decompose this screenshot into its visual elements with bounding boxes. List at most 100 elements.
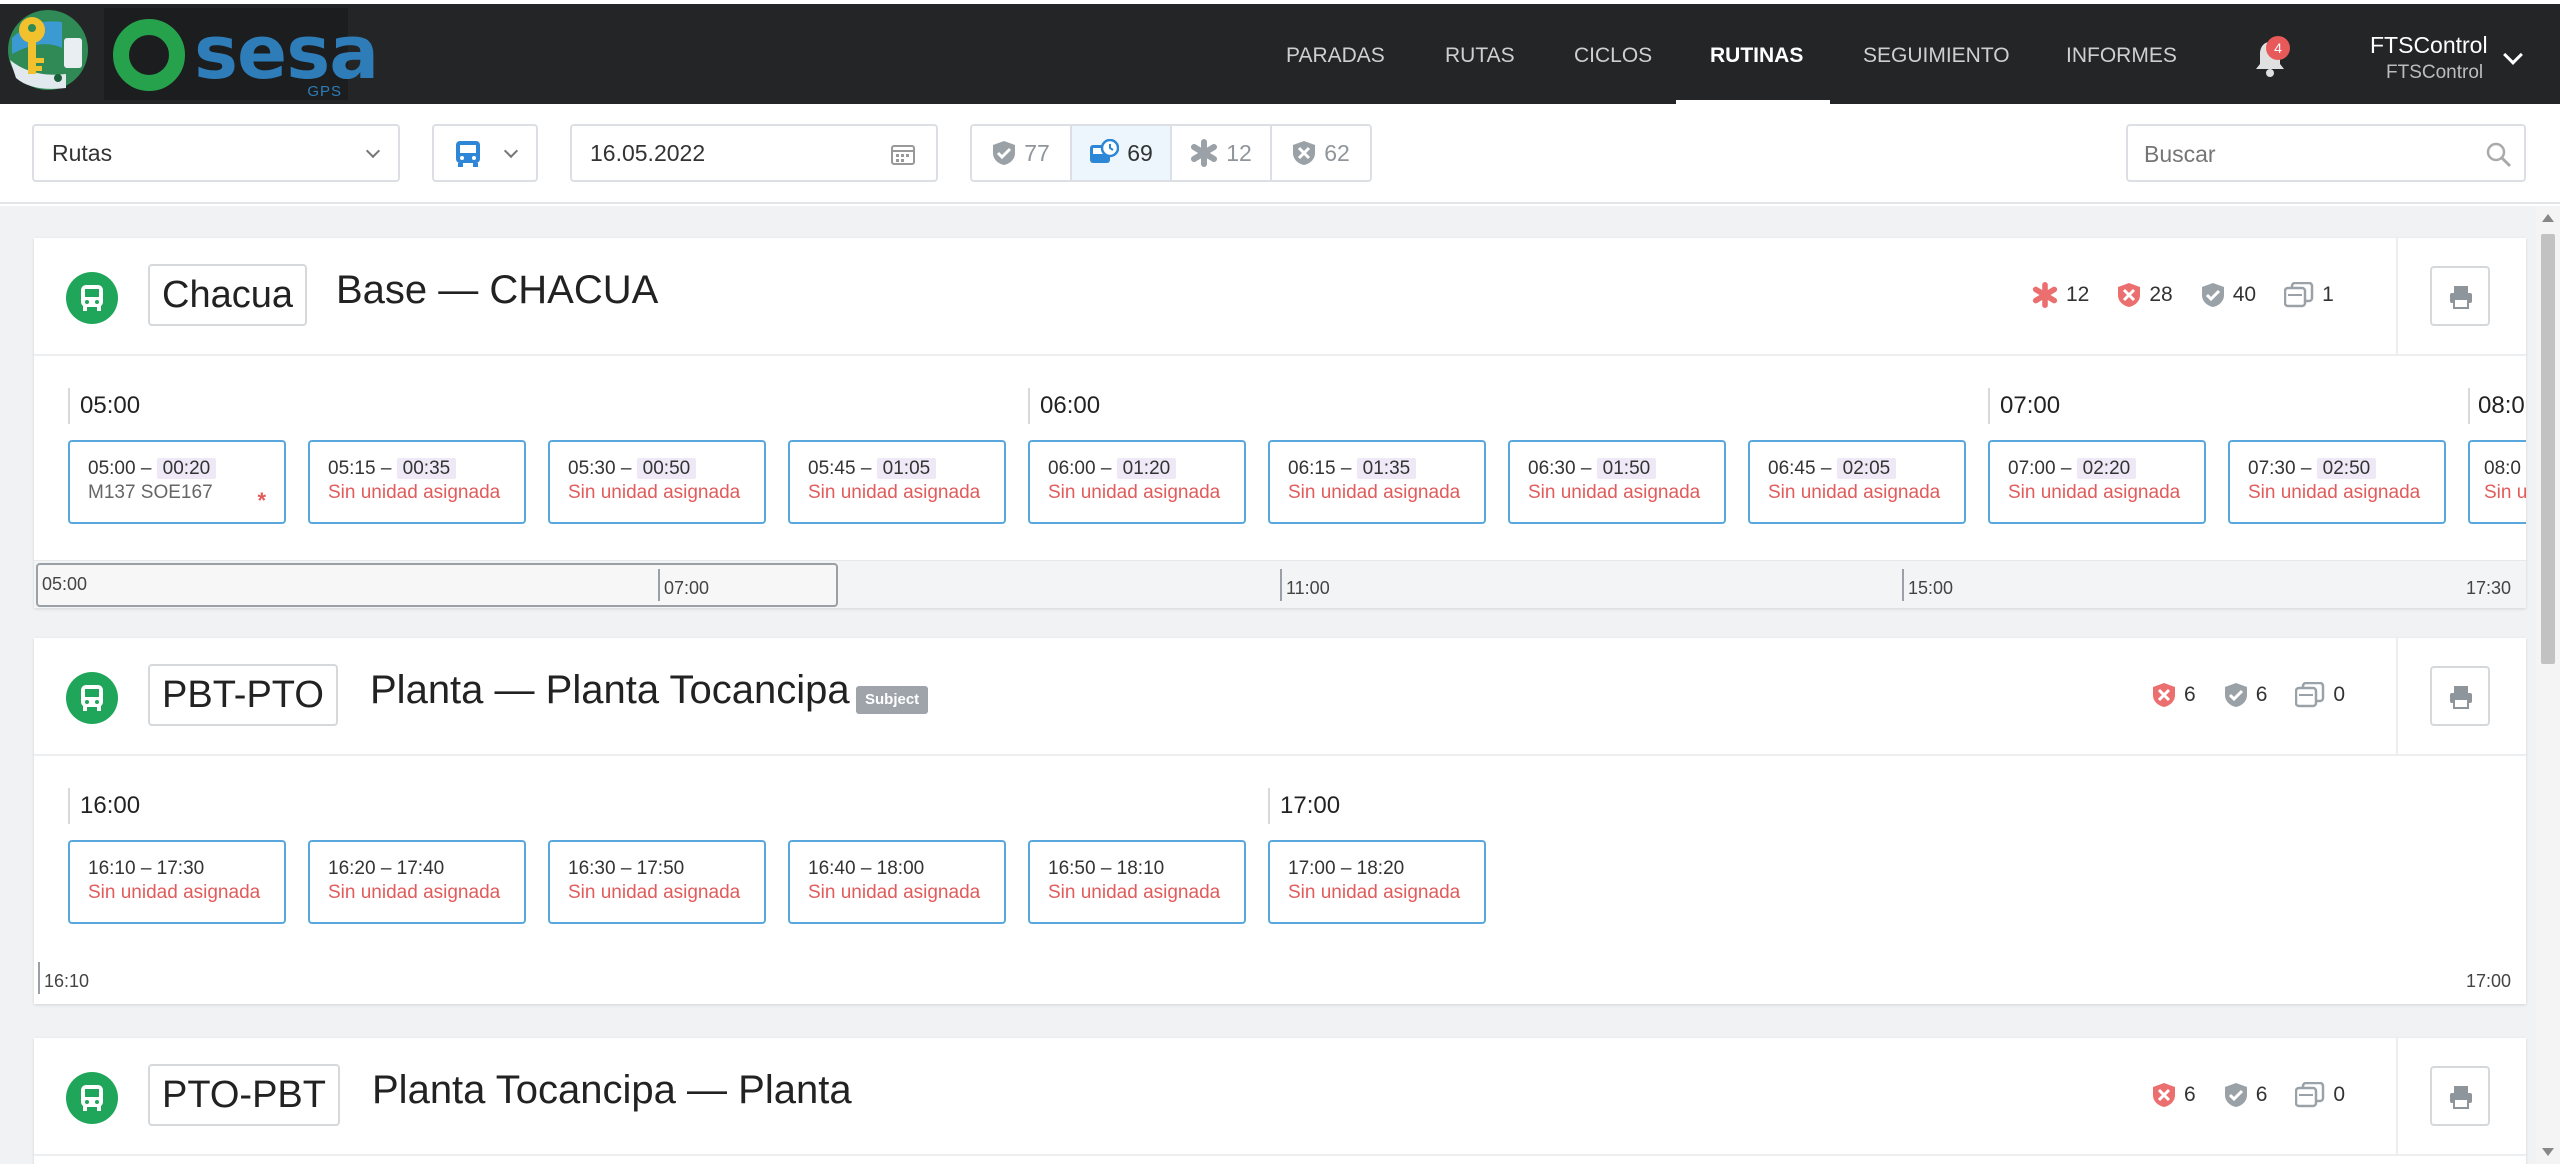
- route-stats: 6 6 0: [2124, 1082, 2345, 1108]
- print-button[interactable]: [2430, 666, 2490, 726]
- stat-cancelled: 28: [2117, 282, 2173, 308]
- trip-card[interactable]: 16:20 – 17:40 Sin unidad asignada: [308, 840, 526, 924]
- filter-completed[interactable]: 77: [972, 126, 1072, 180]
- scroll-down-arrow-icon[interactable]: [2542, 1148, 2554, 1156]
- shield-x-icon: [2153, 683, 2175, 707]
- buses-icon: [2295, 682, 2325, 708]
- trip-card[interactable]: 06:30 – 01:50 Sin unidad asignada: [1508, 440, 1726, 524]
- stat-value: 40: [2232, 283, 2257, 306]
- trip-unit: Sin unidad asignada: [568, 482, 741, 503]
- route-card: PBT-PTO Planta — Planta Tocancipa Subjec…: [34, 638, 2526, 1004]
- header-divider: [2396, 1038, 2398, 1156]
- user-name[interactable]: FTSControl: [2370, 32, 2488, 59]
- nav-rutinas[interactable]: RUTINAS: [1676, 4, 1830, 104]
- sesa-logo[interactable]: sesa GPS: [104, 8, 379, 100]
- trip-start: 07:30: [2248, 458, 2296, 479]
- trip-start: 06:00: [1048, 458, 1096, 479]
- trip-card[interactable]: 17:00 – 18:20 Sin unidad asignada: [1268, 840, 1486, 924]
- trip-card[interactable]: 05:15 – 00:35 Sin unidad asignada: [308, 440, 526, 524]
- stat-value: 1: [2322, 283, 2334, 306]
- print-button[interactable]: [2430, 1066, 2490, 1126]
- trip-card[interactable]: 06:45 – 02:05 Sin unidad asignada: [1748, 440, 1966, 524]
- hour-marker: 06:00: [1028, 388, 1100, 424]
- trip-card-partial[interactable]: 08:0 Sin u: [2468, 440, 2526, 524]
- page-scrollbar[interactable]: [2536, 206, 2560, 1164]
- timeline-tick: 17:30: [2466, 578, 2512, 598]
- trip-card[interactable]: 07:30 – 02:50 Sin unidad asignada: [2228, 440, 2446, 524]
- nav-seguimiento[interactable]: SEGUIMIENTO: [1863, 4, 2010, 104]
- nav-paradas[interactable]: PARADAS: [1286, 4, 1385, 104]
- route-stats: 6 6 0: [2124, 682, 2345, 708]
- nav-ciclos[interactable]: CICLOS: [1574, 4, 1652, 104]
- printer-icon: [2450, 1086, 2472, 1109]
- trip-card[interactable]: 07:00 – 02:20 Sin unidad asignada: [1988, 440, 2206, 524]
- logo-gps-text: GPS: [307, 83, 342, 100]
- user-menu-chevron-icon[interactable]: [2503, 45, 2523, 65]
- nav-informes[interactable]: INFORMES: [2066, 4, 2177, 104]
- hour-marker: 05:00: [68, 388, 140, 424]
- trip-card[interactable]: 16:30 – 17:50 Sin unidad asignada: [548, 840, 766, 924]
- timeline-scrubber[interactable]: 05:00 07:00 11:00 15:00 17:30: [34, 560, 2526, 608]
- search-icon[interactable]: [2486, 142, 2512, 168]
- trip-time: 16:30 – 17:50: [568, 858, 685, 879]
- trip-card[interactable]: 06:00 – 01:20 Sin unidad asignada: [1028, 440, 1246, 524]
- bus-clock-icon: [1090, 139, 1120, 163]
- trip-end: 01:50: [1596, 458, 1657, 479]
- filter-in-progress[interactable]: 69: [1072, 126, 1172, 180]
- hour-marker: 08:0: [2468, 388, 2526, 424]
- bus-icon: [456, 141, 480, 167]
- logo-text: sesa: [194, 10, 379, 96]
- trip-card[interactable]: 06:15 – 01:35 Sin unidad asignada: [1268, 440, 1486, 524]
- date-picker[interactable]: 16.05.2022: [570, 124, 938, 182]
- scrollbar-thumb[interactable]: [2541, 234, 2555, 664]
- sesa-logo-ring-icon: [113, 19, 185, 91]
- trip-end: 02:50: [2316, 458, 2377, 479]
- trip-card[interactable]: 16:40 – 18:00 Sin unidad asignada: [788, 840, 1006, 924]
- trip-end: 02:05: [1836, 458, 1897, 479]
- trip-start: 06:45: [1768, 458, 1816, 479]
- trip-card[interactable]: 16:50 – 18:10 Sin unidad asignada: [1028, 840, 1246, 924]
- trip-time: 05:00 – 00:20: [88, 458, 284, 480]
- trip-end: 00:20: [156, 458, 217, 479]
- scroll-up-arrow-icon[interactable]: [2542, 214, 2554, 222]
- routes-list: Chacua Base — CHACUA 12 28 40 1 05:00 06…: [0, 206, 2536, 1164]
- stat-value: 12: [2066, 283, 2090, 306]
- nav-rutas[interactable]: RUTAS: [1445, 4, 1515, 104]
- trip-start: 07:00: [2008, 458, 2056, 479]
- trip-time: 06:30 – 01:50: [1528, 458, 1724, 480]
- trip-card[interactable]: 05:45 – 01:05 Sin unidad asignada: [788, 440, 1006, 524]
- trip-unit: Sin unidad asignada: [2008, 482, 2181, 503]
- header-divider: [2396, 238, 2398, 356]
- timeline-window-handle[interactable]: [36, 563, 838, 607]
- timeline-tick: 05:00: [42, 574, 88, 594]
- timeline-tick: 16:10: [38, 962, 89, 994]
- shield-x-icon: [2118, 283, 2141, 307]
- trip-time: 16:40 – 18:00: [808, 858, 925, 879]
- trip-end: 02:20: [2076, 458, 2137, 479]
- route-card-header: PBT-PTO Planta — Planta Tocancipa Subjec…: [34, 638, 2526, 756]
- trip-card[interactable]: 05:00 – 00:20 M137 SOE167 *: [68, 440, 286, 524]
- vehicle-type-select[interactable]: [432, 124, 538, 182]
- trip-time: 08:0: [2484, 458, 2521, 479]
- filter-count: 77: [1024, 139, 1050, 166]
- timeline-tick: 15:00: [1902, 569, 1953, 601]
- print-button[interactable]: [2430, 266, 2490, 326]
- stat-cancelled: 6: [2152, 1082, 2196, 1108]
- filter-cancelled[interactable]: 62: [1272, 126, 1370, 180]
- shield-x-icon: [2153, 1083, 2175, 1107]
- trip-end: 01:35: [1356, 458, 1417, 479]
- trip-time: 05:45 – 01:05: [808, 458, 1004, 480]
- trip-card[interactable]: 05:30 – 00:50 Sin unidad asignada: [548, 440, 766, 524]
- route-name: Planta — Planta Tocancipa: [370, 668, 850, 712]
- stat-cancelled: 6: [2152, 682, 2196, 708]
- trip-card[interactable]: 16:10 – 17:30 Sin unidad asignada: [68, 840, 286, 924]
- view-select[interactable]: Rutas: [32, 124, 400, 182]
- search-box[interactable]: [2126, 124, 2526, 182]
- search-input[interactable]: [2144, 140, 2464, 168]
- hour-marker: 07:00: [1988, 388, 2060, 424]
- stat-value: 6: [2255, 1083, 2268, 1106]
- filter-incidents[interactable]: 12: [1172, 126, 1272, 180]
- trip-unit: Sin unidad asignada: [568, 882, 741, 903]
- stat-value: 0: [2333, 1083, 2346, 1106]
- timeline-scrubber[interactable]: 16:10 17:00: [34, 956, 2526, 1004]
